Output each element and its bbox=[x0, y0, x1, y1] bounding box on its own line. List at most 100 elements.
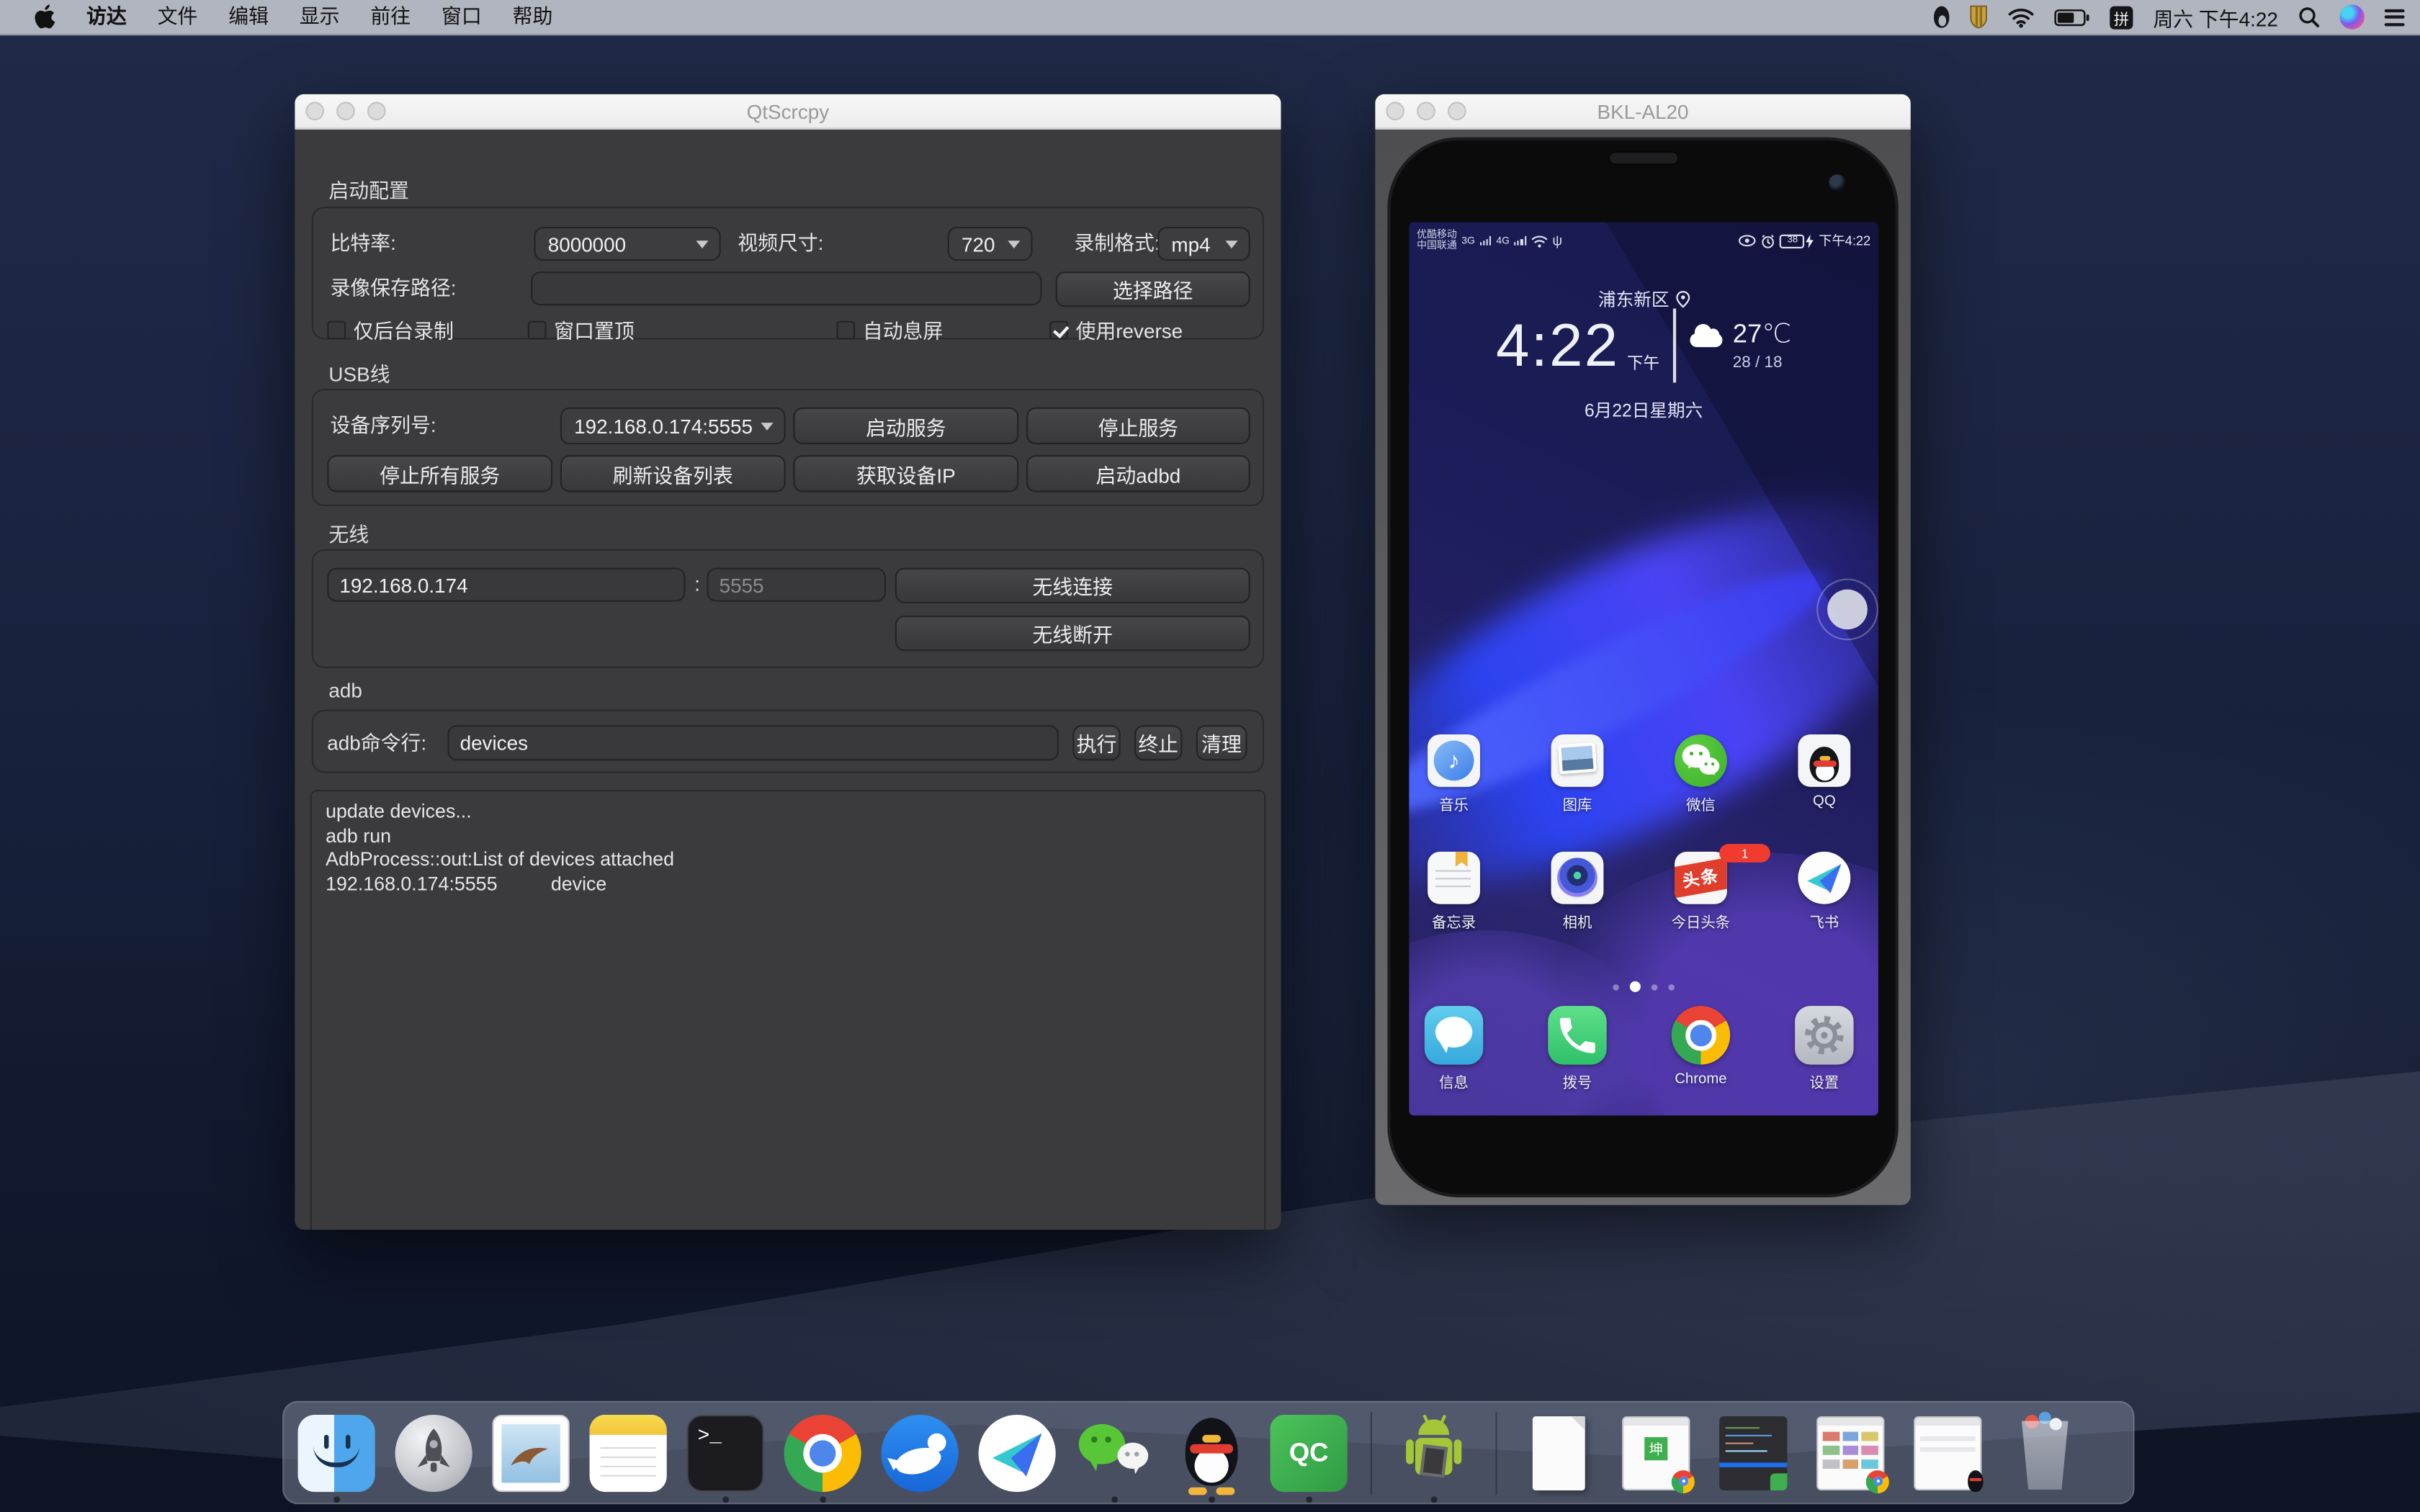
dock-item-android-scrcpy[interactable] bbox=[1395, 1414, 1472, 1491]
minimize-button[interactable] bbox=[1417, 102, 1435, 120]
menu-item-help[interactable]: 帮助 bbox=[497, 0, 568, 34]
weather-block[interactable]: 27℃ 28 / 18 bbox=[1690, 320, 1791, 372]
menu-item-go[interactable]: 前往 bbox=[355, 0, 426, 34]
dock-app-messages[interactable]: 信息 bbox=[1409, 1006, 1515, 1092]
wifi-status-icon[interactable] bbox=[2008, 0, 2034, 34]
menu-item-file[interactable]: 文件 bbox=[142, 0, 213, 34]
location-pin-icon bbox=[1675, 290, 1689, 309]
app-camera[interactable]: 相机 bbox=[1515, 852, 1639, 932]
dock-item-launchpad[interactable] bbox=[395, 1414, 472, 1491]
choose-path-button[interactable]: 选择路径 bbox=[1056, 271, 1250, 307]
serial-combobox[interactable]: 192.168.0.174:5555 bbox=[560, 408, 786, 444]
dock-item-paper-plane[interactable] bbox=[979, 1414, 1056, 1491]
wireless-connect-button[interactable]: 无线连接 bbox=[895, 568, 1250, 603]
adb-execute-button[interactable]: 执行 bbox=[1072, 725, 1120, 760]
notification-center-icon[interactable] bbox=[2385, 0, 2405, 34]
section-label-wireless: 无线 bbox=[328, 518, 369, 548]
adb-cmd-input[interactable]: devices bbox=[447, 725, 1059, 760]
checkbox-auto-screen-off[interactable]: 自动息屏 bbox=[836, 315, 943, 344]
dock-item-finder[interactable] bbox=[298, 1414, 375, 1491]
carrier-names: 优酷移动 中国联通 bbox=[1417, 229, 1457, 252]
menu-item-edit[interactable]: 编辑 bbox=[213, 0, 284, 34]
page-dot-active[interactable] bbox=[1630, 981, 1641, 992]
page-dot[interactable] bbox=[1652, 984, 1658, 990]
app-gallery[interactable]: 图库 bbox=[1515, 734, 1639, 814]
menu-item-window[interactable]: 窗口 bbox=[426, 0, 498, 34]
checkbox-background-record[interactable]: 仅后台录制 bbox=[327, 315, 454, 344]
close-button[interactable] bbox=[1386, 102, 1404, 120]
config-groupbox: 比特率: 8000000 视频尺寸: 720 录制格式: mp4 录像保存路径:… bbox=[312, 207, 1264, 339]
page-dot[interactable] bbox=[1613, 984, 1619, 990]
bitrate-combobox[interactable]: 8000000 bbox=[534, 227, 720, 261]
checkbox-use-reverse[interactable]: 使用reverse bbox=[1049, 315, 1183, 344]
dock-item-seal-app[interactable] bbox=[882, 1414, 959, 1491]
siri-icon[interactable] bbox=[2340, 4, 2365, 29]
stop-all-services-button[interactable]: 停止所有服务 bbox=[327, 455, 552, 492]
assistive-touch-ball[interactable] bbox=[1816, 579, 1878, 641]
spotlight-icon[interactable] bbox=[2298, 0, 2320, 34]
dock-app-dialer[interactable]: 拨号 bbox=[1515, 1006, 1639, 1092]
bitrate-value: 8000000 bbox=[548, 233, 626, 256]
dock-item-qtcreator[interactable]: QC bbox=[1270, 1414, 1348, 1491]
adb-terminate-button[interactable]: 终止 bbox=[1134, 725, 1182, 760]
handset-icon bbox=[1548, 1006, 1606, 1064]
dock-item-chrome-window-2[interactable] bbox=[1812, 1414, 1889, 1491]
menu-item-view[interactable]: 显示 bbox=[284, 0, 355, 34]
stop-service-button[interactable]: 停止服务 bbox=[1026, 408, 1250, 444]
video-size-combobox[interactable]: 720 bbox=[948, 227, 1033, 261]
sea-lion-icon bbox=[882, 1414, 959, 1491]
dock-item-qtcreator-window[interactable] bbox=[1715, 1414, 1792, 1491]
log-output-area[interactable]: update devices... adb run AdbProcess::ou… bbox=[310, 790, 1265, 1230]
checkbox-box-checked[interactable] bbox=[1049, 320, 1068, 339]
dock-item-qq-window[interactable] bbox=[1909, 1414, 1986, 1491]
get-device-ip-button[interactable]: 获取设备IP bbox=[793, 455, 1018, 492]
apple-menu[interactable] bbox=[19, 4, 71, 29]
checkbox-window-on-top[interactable]: 窗口置顶 bbox=[528, 315, 635, 344]
wireless-port-input[interactable]: 5555 bbox=[707, 568, 886, 602]
zoom-button[interactable] bbox=[367, 102, 386, 120]
dock-item-wechat[interactable] bbox=[1076, 1414, 1153, 1491]
minimize-button[interactable] bbox=[336, 102, 355, 120]
shield-status-icon[interactable] bbox=[1969, 0, 1988, 34]
dock-item-qq[interactable] bbox=[1173, 1414, 1250, 1491]
zoom-button[interactable] bbox=[1448, 102, 1466, 120]
dock-item-terminal[interactable]: >_ bbox=[687, 1414, 764, 1491]
app-notes[interactable]: 备忘录 bbox=[1409, 852, 1515, 932]
code-window-thumbnail bbox=[1719, 1416, 1787, 1490]
app-feishu[interactable]: 飞书 bbox=[1762, 852, 1878, 932]
refresh-devices-button[interactable]: 刷新设备列表 bbox=[560, 455, 786, 492]
dock-item-documents[interactable] bbox=[1520, 1414, 1597, 1491]
dock-item-chrome[interactable] bbox=[784, 1414, 861, 1491]
checkbox-box[interactable] bbox=[836, 320, 855, 339]
dock-app-settings[interactable]: 设置 bbox=[1762, 1006, 1878, 1092]
record-path-input[interactable] bbox=[531, 271, 1041, 305]
app-wechat[interactable]: 微信 bbox=[1639, 734, 1762, 814]
input-method-icon[interactable]: 拼 bbox=[2110, 6, 2133, 29]
app-toutiao[interactable]: 头条 1 今日头条 bbox=[1639, 852, 1762, 932]
adb-clear-button[interactable]: 清理 bbox=[1196, 725, 1247, 760]
carrier-2: 中国联通 bbox=[1417, 240, 1457, 252]
start-service-button[interactable]: 启动服务 bbox=[793, 408, 1018, 444]
battery-status-icon[interactable] bbox=[2054, 0, 2089, 34]
phone-screen[interactable]: 优酷移动 中国联通 3G 4G bbox=[1409, 222, 1878, 1116]
wireless-disconnect-button[interactable]: 无线断开 bbox=[895, 616, 1250, 651]
dock-item-mail[interactable] bbox=[493, 1414, 570, 1491]
clock-widget[interactable]: 4:22 下午 27℃ 28 / 18 bbox=[1409, 309, 1878, 383]
close-button[interactable] bbox=[305, 102, 324, 120]
checkbox-box[interactable] bbox=[327, 320, 346, 339]
record-format-combobox[interactable]: mp4 bbox=[1157, 227, 1250, 261]
start-adbd-button[interactable]: 启动adbd bbox=[1026, 455, 1250, 492]
usb-groupbox: 设备序列号: 192.168.0.174:5555 启动服务 停止服务 停止所有… bbox=[312, 389, 1264, 506]
checkbox-box[interactable] bbox=[528, 320, 547, 339]
qq-status-icon[interactable] bbox=[1934, 0, 1949, 34]
dock-item-chrome-window[interactable]: 坤 bbox=[1618, 1414, 1695, 1491]
dock-item-trash[interactable] bbox=[2007, 1414, 2084, 1491]
dock-app-chrome[interactable]: Chrome bbox=[1639, 1006, 1762, 1088]
dock-item-notes[interactable] bbox=[590, 1414, 667, 1491]
app-music[interactable]: 音乐 bbox=[1409, 734, 1515, 814]
app-qq[interactable]: QQ bbox=[1762, 734, 1878, 810]
menu-item-finder[interactable]: 访达 bbox=[71, 0, 143, 34]
wireless-ip-input[interactable]: 192.168.0.174 bbox=[327, 568, 685, 602]
page-dot[interactable] bbox=[1668, 984, 1675, 990]
menu-bar-clock[interactable]: 周六 下午4:22 bbox=[2153, 2, 2277, 32]
